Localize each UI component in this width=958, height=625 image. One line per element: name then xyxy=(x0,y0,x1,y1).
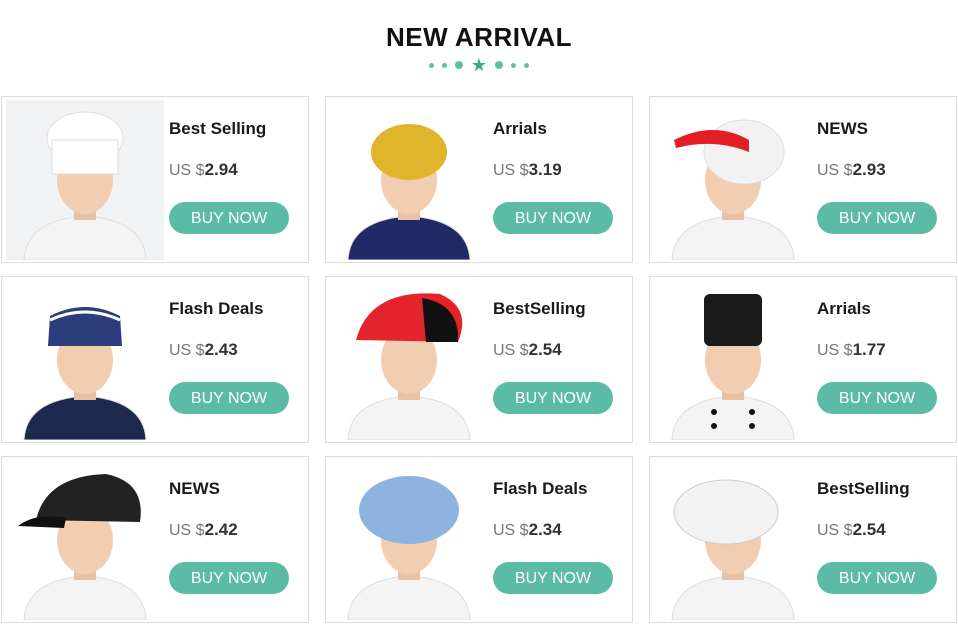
price-prefix: US $ xyxy=(817,522,853,539)
product-image[interactable] xyxy=(6,100,164,260)
product-image[interactable] xyxy=(6,460,164,620)
product-title[interactable]: Flash Deals xyxy=(169,299,264,319)
price-value: 2.93 xyxy=(852,160,886,179)
product-illustration xyxy=(6,280,164,440)
product-image[interactable] xyxy=(330,460,488,620)
buy-now-button[interactable]: BUY NOW xyxy=(493,382,613,414)
star-icon: ★ xyxy=(470,55,488,75)
product-card[interactable]: NEWS US $2.93 BUY NOW xyxy=(649,96,957,263)
product-card[interactable]: Flash Deals US $2.43 BUY NOW xyxy=(1,276,309,443)
product-title[interactable]: Flash Deals xyxy=(493,479,588,499)
product-title[interactable]: NEWS xyxy=(169,479,220,499)
price-value: 2.54 xyxy=(528,340,562,359)
price-prefix: US $ xyxy=(817,342,853,359)
buy-now-button[interactable]: BUY NOW xyxy=(817,562,937,594)
price-value: 2.34 xyxy=(528,520,562,539)
product-title[interactable]: BestSelling xyxy=(493,299,586,319)
product-illustration xyxy=(654,280,812,440)
buy-now-button[interactable]: BUY NOW xyxy=(169,562,289,594)
price-prefix: US $ xyxy=(493,342,529,359)
product-illustration xyxy=(6,100,164,260)
product-title[interactable]: NEWS xyxy=(817,119,868,139)
product-title[interactable]: Arrials xyxy=(817,299,871,319)
product-image[interactable] xyxy=(654,100,812,260)
buy-now-button[interactable]: BUY NOW xyxy=(169,382,289,414)
product-card[interactable]: Arrials US $1.77 BUY NOW xyxy=(649,276,957,443)
price-prefix: US $ xyxy=(817,162,853,179)
product-card[interactable]: Best Selling US $2.94 BUY NOW xyxy=(1,96,309,263)
product-image[interactable] xyxy=(654,460,812,620)
product-illustration xyxy=(654,100,812,260)
product-image[interactable] xyxy=(330,280,488,440)
product-illustration xyxy=(330,460,488,620)
product-title[interactable]: Best Selling xyxy=(169,119,266,139)
price-value: 2.42 xyxy=(204,520,238,539)
product-illustration xyxy=(6,460,164,620)
product-price: US $2.94 xyxy=(169,160,238,180)
section-title: NEW ARRIVAL xyxy=(385,22,573,52)
price-value: 2.54 xyxy=(852,520,886,539)
product-price: US $2.34 xyxy=(493,520,562,540)
price-prefix: US $ xyxy=(493,522,529,539)
product-illustration xyxy=(330,280,488,440)
product-illustration xyxy=(330,100,488,260)
product-price: US $1.77 xyxy=(817,340,886,360)
product-card[interactable]: Flash Deals US $2.34 BUY NOW xyxy=(325,456,633,623)
product-price: US $2.43 xyxy=(169,340,238,360)
buy-now-button[interactable]: BUY NOW xyxy=(493,202,613,234)
product-card[interactable]: BestSelling US $2.54 BUY NOW xyxy=(325,276,633,443)
product-title[interactable]: BestSelling xyxy=(817,479,910,499)
buy-now-button[interactable]: BUY NOW xyxy=(493,562,613,594)
product-image[interactable] xyxy=(654,280,812,440)
price-prefix: US $ xyxy=(169,162,205,179)
product-card[interactable]: BestSelling US $2.54 BUY NOW xyxy=(649,456,957,623)
product-image[interactable] xyxy=(330,100,488,260)
buy-now-button[interactable]: BUY NOW xyxy=(817,382,937,414)
product-price: US $2.93 xyxy=(817,160,886,180)
product-title[interactable]: Arrials xyxy=(493,119,547,139)
product-card[interactable]: Arrials US $3.19 BUY NOW xyxy=(325,96,633,263)
product-card[interactable]: NEWS US $2.42 BUY NOW xyxy=(1,456,309,623)
price-prefix: US $ xyxy=(169,342,205,359)
price-prefix: US $ xyxy=(493,162,529,179)
buy-now-button[interactable]: BUY NOW xyxy=(817,202,937,234)
product-price: US $2.54 xyxy=(493,340,562,360)
product-price: US $2.42 xyxy=(169,520,238,540)
product-image[interactable] xyxy=(6,280,164,440)
price-prefix: US $ xyxy=(169,522,205,539)
buy-now-button[interactable]: BUY NOW xyxy=(169,202,289,234)
title-divider: ★ xyxy=(0,56,958,74)
price-value: 3.19 xyxy=(528,160,562,179)
price-value: 1.77 xyxy=(852,340,886,359)
product-price: US $2.54 xyxy=(817,520,886,540)
price-value: 2.94 xyxy=(204,160,238,179)
price-value: 2.43 xyxy=(204,340,238,359)
product-illustration xyxy=(654,460,812,620)
product-price: US $3.19 xyxy=(493,160,562,180)
